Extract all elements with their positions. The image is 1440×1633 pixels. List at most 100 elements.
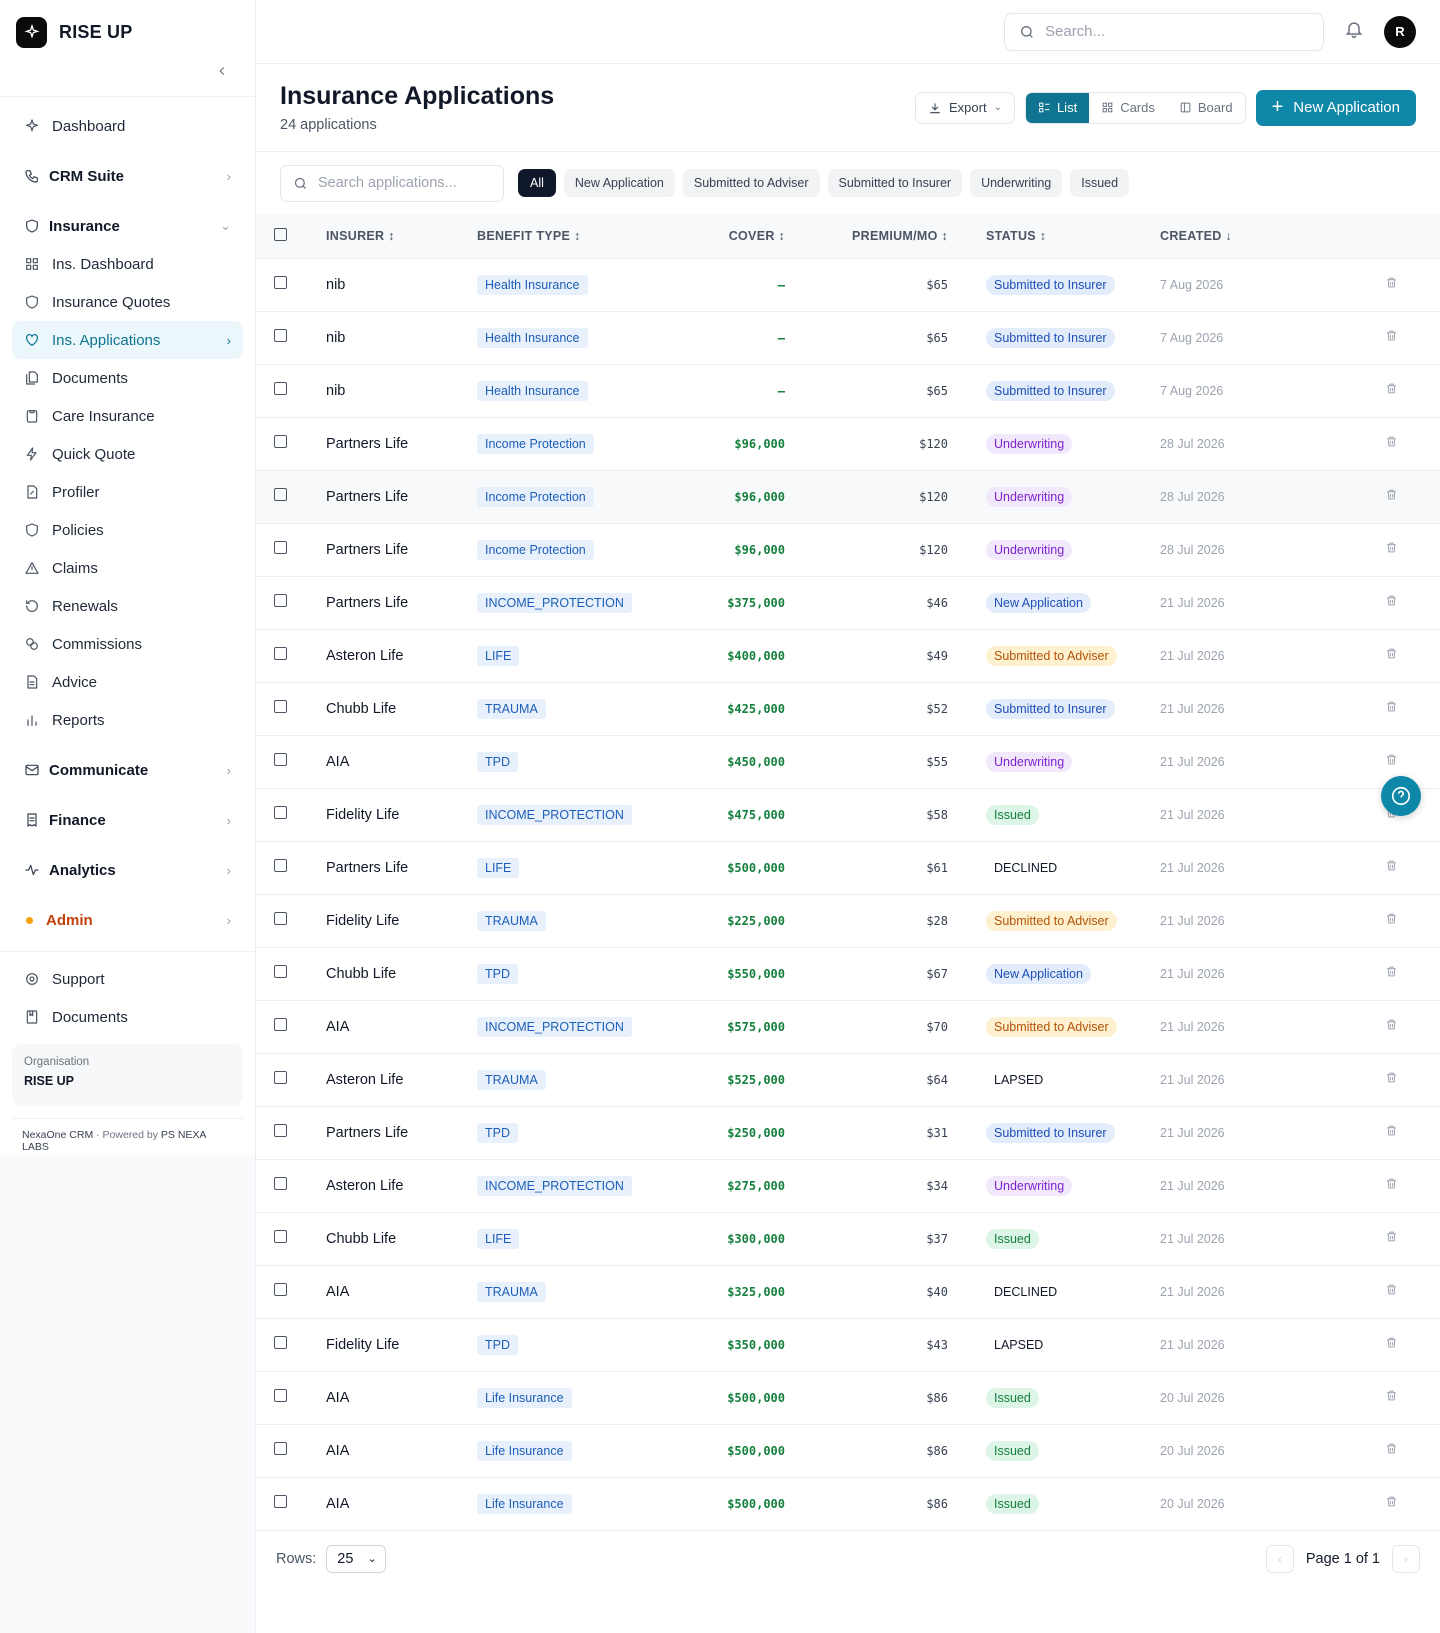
- filter-chip-all[interactable]: All: [518, 169, 556, 197]
- column-header-cover[interactable]: COVER ↕: [667, 214, 785, 259]
- new-application-button[interactable]: + New Application: [1255, 89, 1416, 126]
- next-page-button[interactable]: ›: [1392, 1544, 1420, 1573]
- column-header-insurer[interactable]: INSURER ↕: [326, 214, 477, 259]
- delete-button[interactable]: [1385, 1390, 1398, 1406]
- table-row[interactable]: nib Health Insurance – $65 Submitted to Insu…: [256, 258, 1440, 312]
- row-checkbox[interactable]: [274, 1442, 287, 1455]
- row-checkbox[interactable]: [274, 1018, 287, 1031]
- table-row[interactable]: Asteron Life LIFE $400,000 $49 Submitted to …: [256, 629, 1440, 683]
- sidebar-item-documents-bottom[interactable]: Documents: [12, 998, 243, 1036]
- delete-button[interactable]: [1385, 1443, 1398, 1459]
- row-checkbox[interactable]: [274, 647, 287, 660]
- delete-button[interactable]: [1385, 754, 1398, 770]
- filter-chip-submitted-to-adviser[interactable]: Submitted to Adviser: [682, 169, 820, 197]
- table-row[interactable]: Chubb Life LIFE $300,000 $37 Issued 21 Jul 20…: [256, 1212, 1440, 1266]
- delete-button[interactable]: [1385, 1284, 1398, 1300]
- sidebar-item-ins-dashboard[interactable]: Ins. Dashboard: [12, 245, 243, 283]
- sidebar-group-finance[interactable]: Finance ›: [12, 801, 243, 839]
- sidebar-group-crm[interactable]: CRM Suite ›: [12, 157, 243, 195]
- sidebar-item-quick-quote[interactable]: Quick Quote: [12, 435, 243, 473]
- table-row[interactable]: Fidelity Life TPD $350,000 $43 LAPSED 21 Jul …: [256, 1318, 1440, 1372]
- applications-search-input[interactable]: Search applications...: [280, 164, 504, 202]
- row-checkbox[interactable]: [274, 276, 287, 289]
- row-checkbox[interactable]: [274, 965, 287, 978]
- delete-button[interactable]: [1385, 489, 1398, 505]
- help-button[interactable]: [1381, 776, 1421, 816]
- row-checkbox[interactable]: [274, 912, 287, 925]
- row-checkbox[interactable]: [274, 1071, 287, 1084]
- table-row[interactable]: Partners Life LIFE $500,000 $61 DECLINED 21 J…: [256, 841, 1440, 895]
- filter-chip-new-application[interactable]: New Application: [563, 169, 675, 197]
- sidebar-item-insurance-quotes[interactable]: Insurance Quotes: [12, 283, 243, 321]
- table-row[interactable]: Partners Life INCOME_PROTECTION $375,000 $4…: [256, 576, 1440, 630]
- sidebar-item-documents[interactable]: Documents: [12, 359, 243, 397]
- filter-chip-submitted-to-insurer[interactable]: Submitted to Insurer: [827, 169, 963, 197]
- table-row[interactable]: Chubb Life TRAUMA $425,000 $52 Submitted to …: [256, 682, 1440, 736]
- table-row[interactable]: Partners Life TPD $250,000 $31 Submitted to …: [256, 1106, 1440, 1160]
- table-row[interactable]: nib Health Insurance – $65 Submitted to Insu…: [256, 364, 1440, 418]
- table-row[interactable]: AIA INCOME_PROTECTION $575,000 $70 Submitted…: [256, 1000, 1440, 1054]
- delete-button[interactable]: [1385, 330, 1398, 346]
- sidebar-item-commissions[interactable]: Commissions: [12, 625, 243, 663]
- sidebar-item-profiler[interactable]: Profiler: [12, 473, 243, 511]
- view-cards-button[interactable]: Cards: [1089, 93, 1167, 123]
- notifications-button[interactable]: [1344, 19, 1364, 44]
- row-checkbox[interactable]: [274, 806, 287, 819]
- row-checkbox[interactable]: [274, 1124, 287, 1137]
- delete-button[interactable]: [1385, 1337, 1398, 1353]
- delete-button[interactable]: [1385, 1231, 1398, 1247]
- row-checkbox[interactable]: [274, 1177, 287, 1190]
- table-row[interactable]: Asteron Life TRAUMA $525,000 $64 LAPSED 21 Ju…: [256, 1053, 1440, 1107]
- row-checkbox[interactable]: [274, 435, 287, 448]
- sidebar-group-analytics[interactable]: Analytics ›: [12, 851, 243, 889]
- sidebar-item-dashboard[interactable]: Dashboard: [12, 107, 243, 145]
- collapse-sidebar-button[interactable]: [0, 64, 255, 96]
- delete-button[interactable]: [1385, 383, 1398, 399]
- delete-button[interactable]: [1385, 1072, 1398, 1088]
- row-checkbox[interactable]: [274, 541, 287, 554]
- row-checkbox[interactable]: [274, 1230, 287, 1243]
- table-row[interactable]: AIA TPD $450,000 $55 Underwriting 21 Jul 2026: [256, 735, 1440, 789]
- row-checkbox[interactable]: [274, 488, 287, 501]
- table-row[interactable]: nib Health Insurance – $65 Submitted to Insu…: [256, 311, 1440, 365]
- delete-button[interactable]: [1385, 860, 1398, 876]
- column-header-premium[interactable]: PREMIUM/MO ↕: [785, 214, 948, 259]
- row-checkbox[interactable]: [274, 594, 287, 607]
- table-row[interactable]: Fidelity Life TRAUMA $225,000 $28 Submitted …: [256, 894, 1440, 948]
- delete-button[interactable]: [1385, 701, 1398, 717]
- delete-button[interactable]: [1385, 277, 1398, 293]
- delete-button[interactable]: [1385, 648, 1398, 664]
- sidebar-item-renewals[interactable]: Renewals: [12, 587, 243, 625]
- delete-button[interactable]: [1385, 1125, 1398, 1141]
- delete-button[interactable]: [1385, 542, 1398, 558]
- row-checkbox[interactable]: [274, 859, 287, 872]
- row-checkbox[interactable]: [274, 382, 287, 395]
- sidebar-group-communicate[interactable]: Communicate ›: [12, 751, 243, 789]
- table-row[interactable]: Chubb Life TPD $550,000 $67 New Application 2…: [256, 947, 1440, 1001]
- sidebar-item-policies[interactable]: Policies: [12, 511, 243, 549]
- table-row[interactable]: Partners Life Income Protection $96,000 $12…: [256, 417, 1440, 471]
- table-row[interactable]: Partners Life Income Protection $96,000 $12…: [256, 470, 1440, 524]
- delete-button[interactable]: [1385, 1496, 1398, 1512]
- column-header-created[interactable]: CREATED ↓: [1160, 214, 1300, 259]
- rows-per-page-select[interactable]: 25 ⌄: [326, 1544, 387, 1573]
- table-row[interactable]: AIA Life Insurance $500,000 $86 Issued 20 Jul…: [256, 1477, 1440, 1531]
- row-checkbox[interactable]: [274, 1495, 287, 1508]
- export-button[interactable]: Export ⌄: [914, 91, 1015, 124]
- delete-button[interactable]: [1385, 436, 1398, 452]
- table-row[interactable]: AIA Life Insurance $500,000 $86 Issued 20 Jul…: [256, 1371, 1440, 1425]
- delete-button[interactable]: [1385, 1019, 1398, 1035]
- table-row[interactable]: Asteron Life INCOME_PROTECTION $275,000 $34…: [256, 1159, 1440, 1213]
- delete-button[interactable]: [1385, 1178, 1398, 1194]
- sidebar-group-admin[interactable]: Admin ›: [12, 901, 243, 939]
- table-row[interactable]: AIA TRAUMA $325,000 $40 DECLINED 21 Jul 2026: [256, 1265, 1440, 1319]
- sidebar-group-insurance[interactable]: Insurance ⌄: [12, 207, 243, 245]
- row-checkbox[interactable]: [274, 329, 287, 342]
- sidebar-item-ins-applications[interactable]: Ins. Applications ›: [12, 321, 243, 359]
- column-header-benefit-type[interactable]: BENEFIT TYPE ↕: [477, 214, 667, 259]
- brand[interactable]: RISE UP: [0, 0, 255, 64]
- sidebar-item-support[interactable]: Support: [12, 960, 243, 998]
- table-row[interactable]: AIA Life Insurance $500,000 $86 Issued 20 Jul…: [256, 1424, 1440, 1478]
- row-checkbox[interactable]: [274, 753, 287, 766]
- column-header-status[interactable]: STATUS ↕: [948, 214, 1160, 259]
